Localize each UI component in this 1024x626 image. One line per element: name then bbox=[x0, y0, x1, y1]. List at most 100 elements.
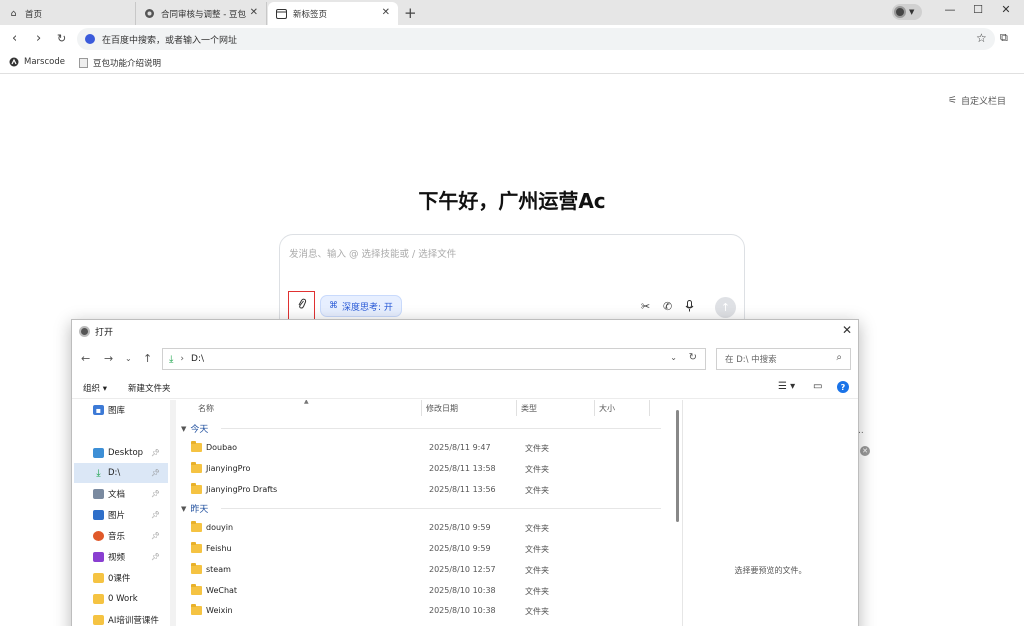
nav-item-label: Desktop bbox=[108, 448, 144, 458]
path-text: D:\ bbox=[191, 354, 205, 364]
nav-item-music[interactable]: 音乐 📌︎ bbox=[74, 526, 168, 546]
tab-label: 首页 bbox=[25, 9, 43, 20]
attach-file-button[interactable] bbox=[288, 291, 315, 320]
scissors-icon[interactable]: ✂ bbox=[641, 300, 650, 313]
close-circle-icon[interactable]: ✕ bbox=[860, 446, 870, 456]
file-name: Feishu bbox=[206, 544, 232, 553]
column-type[interactable]: 类型 bbox=[521, 403, 537, 414]
column-name[interactable]: 名称 bbox=[198, 403, 214, 414]
chat-placeholder: 发消息、输入 @ 选择技能或 / 选择文件 bbox=[289, 249, 457, 260]
tab-home[interactable]: ⌂ 首页 bbox=[0, 2, 136, 25]
pin-icon[interactable]: 📌︎ bbox=[151, 553, 160, 561]
file-row[interactable]: douyin 2025/8/10 9:59 文件夹 bbox=[177, 518, 667, 538]
file-list-scrollbar[interactable] bbox=[676, 400, 681, 626]
group-divider bbox=[221, 508, 661, 509]
deep-think-toggle[interactable]: ⌘ 深度思考: 开 bbox=[320, 295, 402, 317]
send-button[interactable]: ↑ bbox=[715, 297, 736, 318]
chevron-down-icon: ▼ bbox=[909, 8, 915, 16]
column-modified[interactable]: 修改日期 bbox=[426, 403, 458, 414]
nav-item-d-drive[interactable]: ⤓ D:\ 📌︎ bbox=[74, 463, 168, 483]
reload-icon[interactable]: ↻ bbox=[57, 32, 66, 45]
forward-arrow-icon[interactable]: → bbox=[104, 352, 113, 365]
folder-icon bbox=[191, 563, 202, 574]
chevron-down-icon: ▼ bbox=[181, 424, 187, 433]
pin-icon[interactable]: 📌︎ bbox=[151, 469, 160, 477]
file-name: steam bbox=[206, 565, 231, 574]
file-name: douyin bbox=[206, 523, 234, 532]
file-type: 文件夹 bbox=[525, 607, 549, 616]
file-row[interactable]: Doubao 2025/8/11 9:47 文件夹 bbox=[177, 438, 667, 458]
tab-new-tab[interactable]: 新标签页 ✕ bbox=[268, 2, 398, 25]
maximize-button[interactable]: ☐ bbox=[968, 3, 988, 16]
file-modified: 2025/8/10 9:59 bbox=[429, 544, 491, 553]
bookmark-star-icon[interactable]: ☆ bbox=[976, 31, 987, 45]
nav-item-documents[interactable]: 文档 📌︎ bbox=[74, 484, 168, 504]
folder-icon bbox=[93, 594, 104, 604]
bookmark-marscode[interactable]: Marscode bbox=[9, 57, 65, 67]
microphone-icon[interactable] bbox=[685, 300, 694, 315]
tab-contract-review[interactable]: 合同审核与调整 - 豆包 ✕ bbox=[136, 2, 267, 25]
file-row[interactable]: Weixin 2025/8/10 10:38 文件夹 bbox=[177, 601, 667, 621]
nav-item-ai-training[interactable]: AI培训营课件 bbox=[74, 610, 168, 626]
file-type: 文件夹 bbox=[525, 545, 549, 554]
preview-pane-icon[interactable]: ▭ bbox=[813, 381, 822, 392]
file-modified: 2025/8/10 9:59 bbox=[429, 523, 491, 532]
nav-item-desktop[interactable]: Desktop 📌︎ bbox=[74, 443, 168, 463]
file-row[interactable]: steam 2025/8/10 12:57 文件夹 bbox=[177, 560, 667, 580]
dialog-title: 打开 bbox=[95, 327, 114, 338]
address-bar[interactable]: 在百度中搜索，或者输入一个网址 bbox=[77, 28, 995, 50]
group-header-today[interactable]: ▼ 今天 bbox=[181, 422, 661, 435]
column-size[interactable]: 大小 bbox=[599, 403, 615, 414]
dialog-close-button[interactable]: ✕ bbox=[842, 323, 852, 337]
nav-item-pictures[interactable]: 图片 📌︎ bbox=[74, 505, 168, 525]
file-row[interactable]: JianyingPro 2025/8/11 13:58 文件夹 bbox=[177, 459, 667, 479]
file-list: ▲ 名称 修改日期 类型 大小 ▼ 今天 Doubao 2025/8/11 9:… bbox=[177, 400, 675, 626]
greeting-heading: 下午好，广州运营Ac bbox=[418, 189, 606, 213]
folder-search-input[interactable]: 在 D:\ 中搜索 ⌕ bbox=[716, 348, 851, 370]
pin-icon[interactable]: 📌︎ bbox=[151, 490, 160, 498]
file-row[interactable]: JianyingPro Drafts 2025/8/11 13:56 文件夹 bbox=[177, 480, 667, 500]
up-arrow-icon[interactable]: ↑ bbox=[143, 352, 152, 365]
pin-icon[interactable]: 📌︎ bbox=[151, 449, 160, 457]
minimize-button[interactable]: — bbox=[940, 3, 960, 16]
dialog-titlebar: 打开 ✕ bbox=[72, 320, 858, 342]
organize-button[interactable]: 组织 ▾ bbox=[83, 382, 107, 394]
nav-item-videos[interactable]: 视频 📌︎ bbox=[74, 547, 168, 567]
folder-icon bbox=[191, 584, 202, 595]
nav-scrollbar[interactable] bbox=[170, 400, 176, 626]
file-row[interactable]: Feishu 2025/8/10 9:59 文件夹 bbox=[177, 539, 667, 559]
pin-icon[interactable]: 📌︎ bbox=[151, 532, 160, 540]
folder-icon bbox=[191, 483, 202, 494]
view-options-icon[interactable]: ☰ ▾ bbox=[778, 381, 795, 392]
path-bar[interactable]: ⤓ › D:\ ⌄ ↻ bbox=[162, 348, 706, 370]
close-window-button[interactable]: ✕ bbox=[996, 3, 1016, 16]
column-divider bbox=[649, 400, 650, 416]
bookmark-doubao-intro[interactable]: 豆包功能介绍说明 bbox=[78, 57, 161, 69]
help-icon[interactable]: ? bbox=[837, 381, 849, 393]
group-header-yesterday[interactable]: ▼ 昨天 bbox=[181, 502, 661, 515]
phone-icon[interactable]: ✆ bbox=[663, 300, 672, 313]
nav-item-courseware[interactable]: 0课件 bbox=[74, 568, 168, 588]
close-tab-icon[interactable]: ✕ bbox=[250, 7, 258, 18]
back-icon[interactable]: ‹ bbox=[12, 31, 17, 46]
close-tab-icon[interactable]: ✕ bbox=[382, 7, 390, 18]
chevron-down-icon[interactable]: ⌄ bbox=[670, 353, 677, 362]
chat-input-box[interactable]: 发消息、输入 @ 选择技能或 / 选择文件 bbox=[279, 234, 745, 332]
recent-locations-icon[interactable]: ⌄ bbox=[125, 354, 132, 363]
file-modified: 2025/8/11 9:47 bbox=[429, 443, 491, 452]
nav-item-gallery[interactable]: ▪ 图库 bbox=[74, 400, 168, 420]
file-row[interactable]: WeChat 2025/8/10 10:38 文件夹 bbox=[177, 581, 667, 601]
customize-button[interactable]: ⚟ 自定义栏目 bbox=[948, 94, 1006, 107]
pin-icon[interactable]: 📌︎ bbox=[151, 511, 160, 519]
new-tab-button[interactable]: + bbox=[404, 4, 417, 22]
forward-icon[interactable]: › bbox=[36, 31, 41, 46]
scrollbar-thumb[interactable] bbox=[676, 410, 679, 522]
back-arrow-icon[interactable]: ← bbox=[81, 352, 90, 365]
new-folder-button[interactable]: 新建文件夹 bbox=[128, 382, 171, 394]
profile-button[interactable]: ▼ bbox=[892, 4, 922, 20]
extensions-icon[interactable]: ⧉ bbox=[1000, 31, 1008, 45]
nav-item-work[interactable]: 0 Work bbox=[74, 589, 168, 609]
refresh-icon[interactable]: ↻ bbox=[689, 352, 697, 363]
folder-icon bbox=[191, 521, 202, 532]
column-divider bbox=[594, 400, 595, 416]
